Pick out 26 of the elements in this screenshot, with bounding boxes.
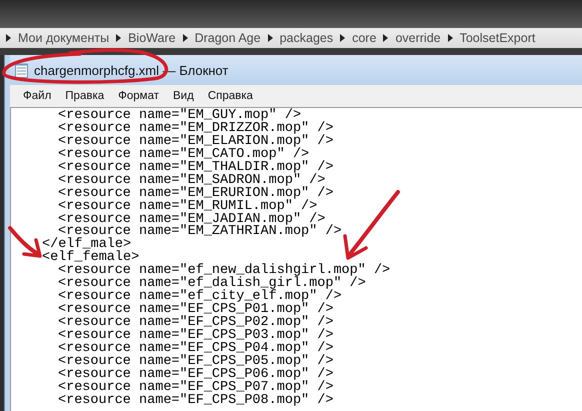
chevron-icon[interactable] — [6, 34, 11, 42]
breadcrumb-item[interactable]: BioWare — [128, 31, 176, 45]
code-line: <elf_female> — [41, 252, 140, 266]
chevron-icon[interactable] — [383, 34, 388, 42]
notepad-icon — [15, 62, 28, 78]
breadcrumb-item[interactable]: Dragon Age — [194, 31, 261, 45]
menu-item[interactable]: Правка — [58, 90, 112, 102]
code-line: <resource name="EF_CPS_P08.mop" /> — [57, 394, 334, 408]
breadcrumb-item[interactable]: ToolsetExport — [460, 31, 536, 45]
arrow-annotation — [8, 226, 42, 258]
breadcrumb-item[interactable]: packages — [280, 31, 334, 45]
menu-item[interactable]: Формат — [111, 90, 166, 102]
menu-item[interactable]: Вид — [166, 90, 201, 102]
breadcrumb-item[interactable]: core — [352, 31, 376, 45]
chevron-icon[interactable] — [448, 34, 453, 42]
chevron-icon[interactable] — [340, 34, 346, 42]
chevron-icon[interactable] — [116, 34, 122, 42]
chevron-icon[interactable] — [182, 34, 188, 42]
menu-item[interactable]: Файл — [16, 90, 58, 102]
breadcrumb-item[interactable]: override — [395, 31, 441, 45]
breadcrumb-item[interactable]: Мои документы — [18, 31, 110, 45]
code-line: <resource name="EM_RUMIL.mop" /> — [57, 200, 318, 214]
arrow-annotation — [343, 190, 400, 260]
text-area[interactable] — [10, 107, 582, 411]
menu-item[interactable]: Справка — [200, 90, 260, 102]
chevron-icon[interactable] — [268, 34, 273, 42]
